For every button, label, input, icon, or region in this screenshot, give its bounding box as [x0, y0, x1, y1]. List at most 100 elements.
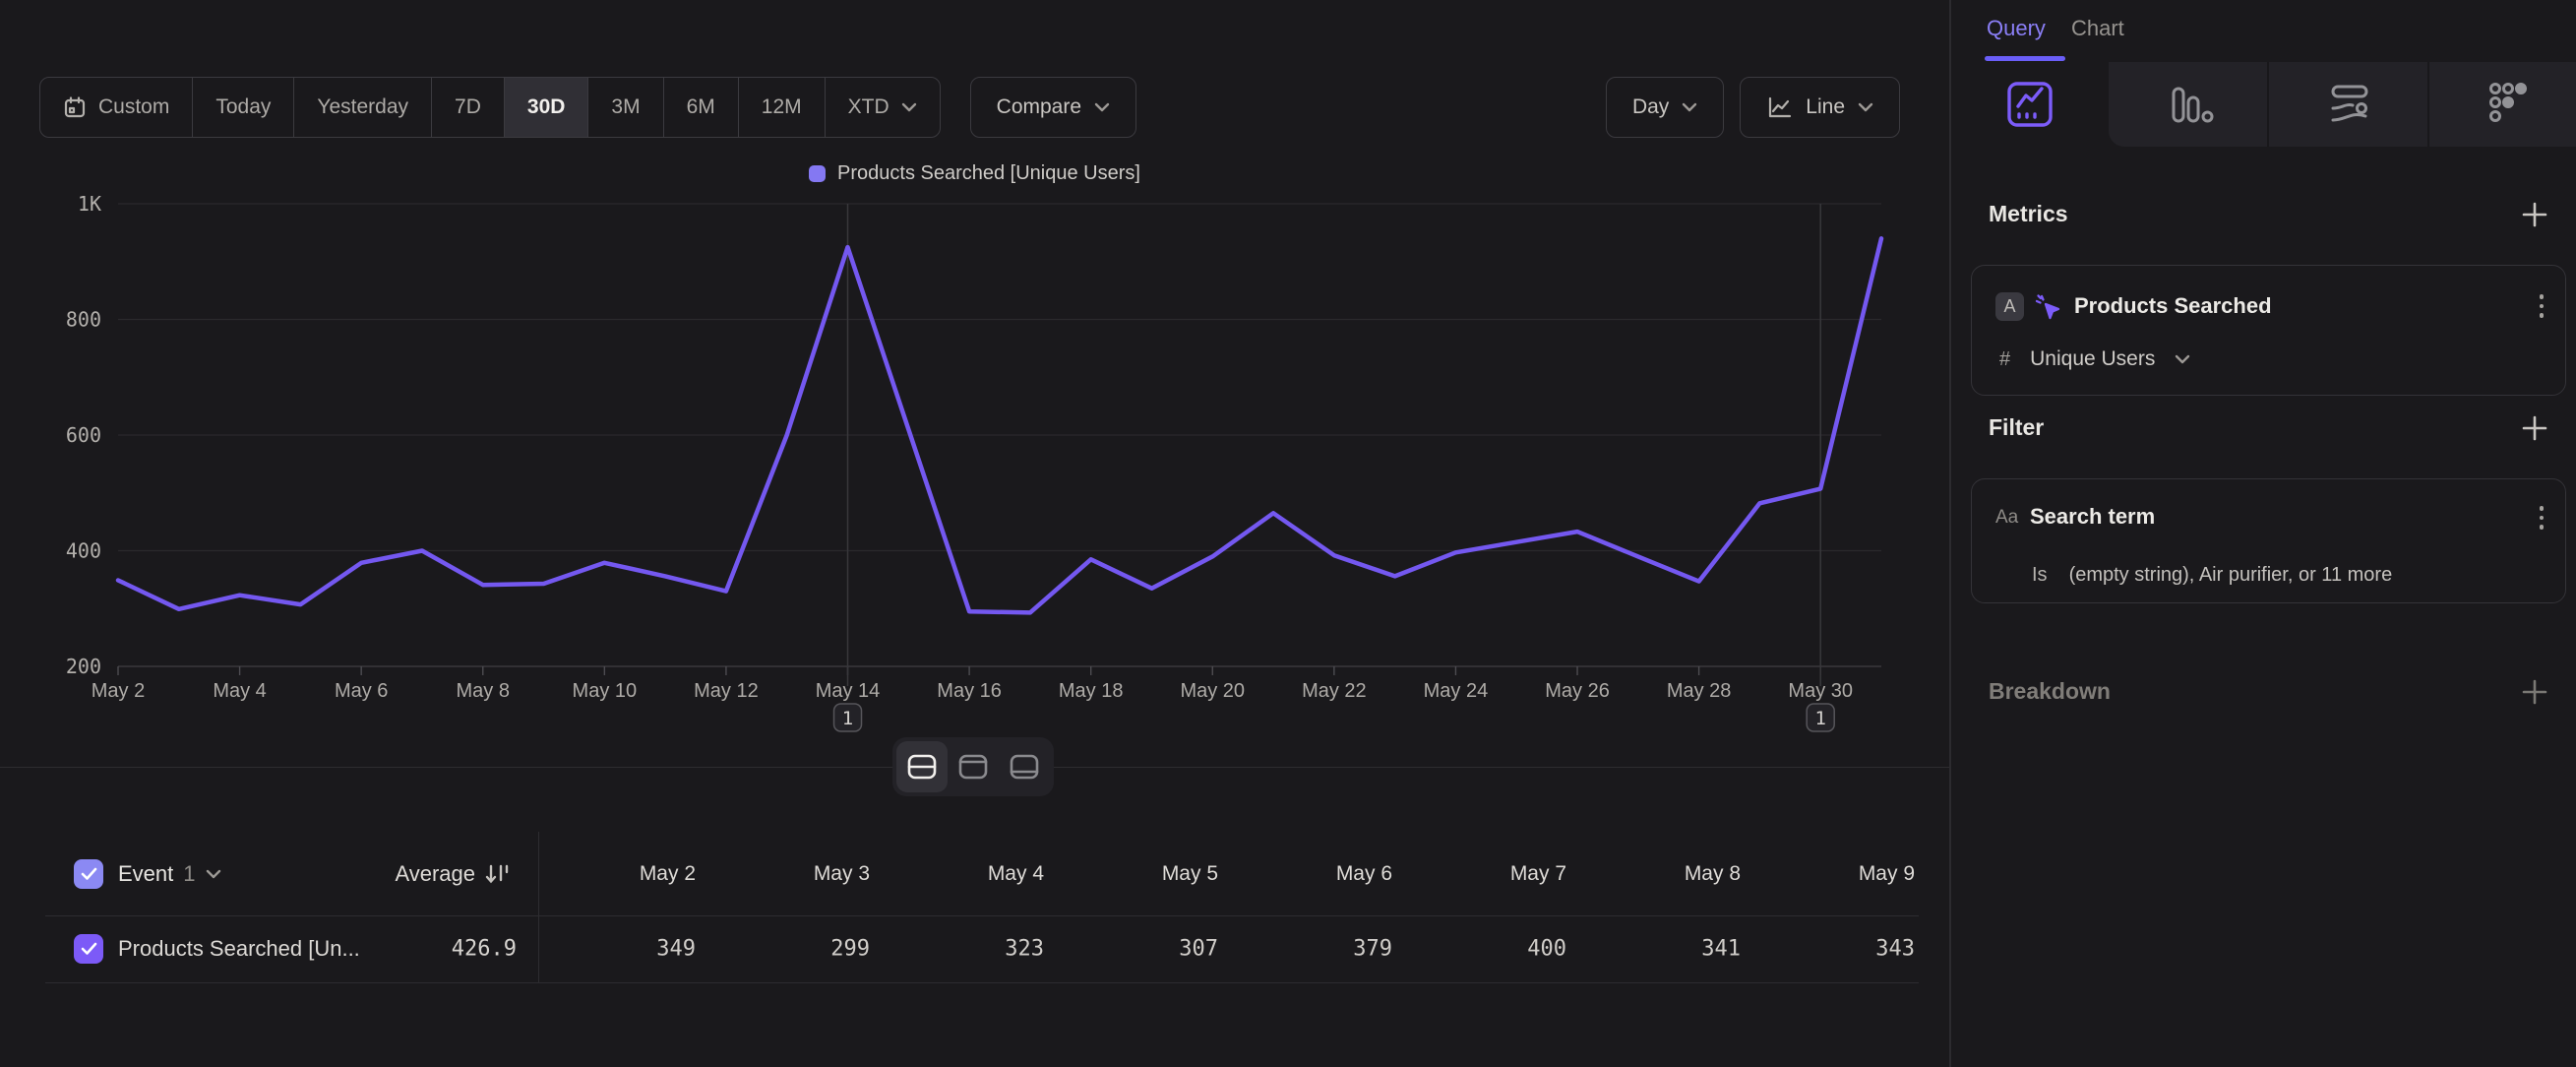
row-average-value: 426.9	[295, 937, 517, 962]
svg-text:800: 800	[66, 308, 101, 332]
plus-icon	[2520, 677, 2549, 707]
date-range-12m[interactable]: 12M	[738, 78, 825, 137]
add-filter-button[interactable]	[2520, 413, 2549, 443]
layout-table-only-button[interactable]	[999, 741, 1050, 792]
main-panel: Custom Today Yesterday7D 30D 3M6M12MXTD Comp…	[0, 0, 1949, 1067]
svg-text:1K: 1K	[78, 192, 101, 216]
tab-insights[interactable]	[1951, 62, 2109, 147]
line-chart[interactable]: 2004006008001KMay 2May 4May 6May 8May 10…	[0, 187, 1949, 758]
tab-query[interactable]: Query	[1987, 16, 2046, 41]
layout-chart-only-button[interactable]	[948, 741, 999, 792]
svg-text:600: 600	[66, 423, 101, 447]
chart-type-button[interactable]: Line	[1740, 77, 1900, 138]
date-range-control: Custom Today Yesterday7D 30D 3M6M12MXTD	[39, 77, 941, 138]
icon-tab-divider	[2267, 62, 2269, 147]
svg-text:May 24: May 24	[1424, 680, 1489, 702]
svg-text:May 6: May 6	[335, 680, 388, 702]
column-header-may-6[interactable]: May 6	[1218, 862, 1392, 886]
cell-value: 379	[1218, 937, 1392, 962]
column-header-may-8[interactable]: May 8	[1566, 862, 1741, 886]
metric-card[interactable]: A Products Searched # Unique Users	[1971, 265, 2566, 396]
date-range-6m[interactable]: 6M	[663, 78, 738, 137]
flows-icon	[2320, 76, 2377, 133]
plus-icon	[2520, 413, 2549, 443]
svg-text:200: 200	[66, 655, 101, 678]
chevron-down-icon	[901, 102, 917, 112]
average-header[interactable]: Average	[276, 861, 475, 887]
number-type-icon: #	[1999, 348, 2010, 371]
column-header-may-5[interactable]: May 5	[1044, 862, 1218, 886]
cell-value: 307	[1044, 937, 1218, 962]
column-header-may-7[interactable]: May 7	[1392, 862, 1566, 886]
tab-retention[interactable]	[2428, 62, 2576, 147]
layout-toggle	[892, 737, 1054, 796]
date-range-custom[interactable]: Custom	[40, 78, 192, 137]
aggregation-row[interactable]: # Unique Users	[1999, 347, 2190, 371]
chart-legend[interactable]: Products Searched [Unique Users]	[0, 162, 1949, 185]
bottom-panel-icon	[1009, 753, 1040, 781]
svg-text:May 10: May 10	[573, 680, 638, 702]
tab-flows[interactable]	[2270, 62, 2427, 147]
date-range-today[interactable]: Today	[192, 78, 293, 137]
svg-text:May 4: May 4	[213, 680, 266, 702]
date-range-yesterday[interactable]: Yesterday	[293, 78, 431, 137]
line-chart-icon	[1766, 95, 1793, 119]
sort-descending-icon[interactable]	[484, 862, 512, 886]
annotation-marker[interactable]: 1	[834, 704, 862, 731]
granularity-label: Day	[1632, 95, 1669, 119]
calendar-icon	[63, 95, 87, 119]
filter-menu-button[interactable]	[2529, 503, 2554, 533]
select-all-checkbox[interactable]	[74, 859, 103, 889]
metric-menu-button[interactable]	[2529, 291, 2554, 321]
filter-condition[interactable]: Is (empty string), Air purifier, or 11 m…	[2032, 564, 2392, 587]
event-header[interactable]: Event 1	[118, 861, 221, 887]
date-range-3m[interactable]: 3M	[587, 78, 662, 137]
row-values: 349299323307379400341343	[521, 937, 1915, 962]
annotation-marker[interactable]: 1	[1807, 704, 1834, 731]
granularity-button[interactable]: Day	[1606, 77, 1724, 138]
svg-text:May 20: May 20	[1180, 680, 1245, 702]
compare-button[interactable]: Compare	[970, 77, 1136, 138]
legend-swatch	[809, 165, 826, 182]
svg-text:May 12: May 12	[694, 680, 759, 702]
series-line[interactable]	[118, 238, 1881, 612]
filter-card[interactable]: Aa Search term Is (empty string), Air pu…	[1971, 478, 2566, 603]
layout-split-button[interactable]	[896, 741, 948, 792]
date-range-30d[interactable]: 30D	[504, 78, 588, 137]
svg-text:May 28: May 28	[1667, 680, 1732, 702]
retention-dots-icon	[2479, 76, 2536, 133]
check-icon	[81, 867, 97, 881]
cell-value: 299	[696, 937, 870, 962]
bar-chart-icon	[2160, 76, 2217, 133]
svg-text:May 26: May 26	[1545, 680, 1610, 702]
column-header-may-2[interactable]: May 2	[521, 862, 696, 886]
tab-chart[interactable]: Chart	[2071, 16, 2124, 41]
metric-name: Products Searched	[2074, 293, 2272, 319]
date-range-xtd[interactable]: XTD	[825, 78, 940, 137]
column-header-may-4[interactable]: May 4	[870, 862, 1044, 886]
breakdown-section-title: Breakdown	[1989, 678, 2111, 705]
add-breakdown-button[interactable]	[2520, 677, 2549, 707]
filter-value: (empty string), Air purifier, or 11 more	[2069, 564, 2393, 587]
svg-text:May 22: May 22	[1302, 680, 1367, 702]
string-type-icon: Aa	[1995, 507, 2018, 529]
date-range-label: Today	[215, 95, 271, 119]
plus-icon	[2520, 200, 2549, 229]
date-range-7d[interactable]: 7D	[431, 78, 504, 137]
cell-value: 400	[1392, 937, 1566, 962]
table-bottom-divider	[45, 982, 1919, 983]
tab-bar-chart[interactable]	[2110, 62, 2267, 147]
toolbar-right-group: Day Line	[1606, 77, 1900, 138]
column-header-may-3[interactable]: May 3	[696, 862, 870, 886]
chart-toolbar: Custom Today Yesterday7D 30D 3M6M12MXTD Comp…	[39, 77, 1900, 138]
chevron-down-icon	[206, 869, 221, 879]
column-header-may-9[interactable]: May 9	[1741, 862, 1915, 886]
svg-text:May 16: May 16	[937, 680, 1002, 702]
date-range-label: 30D	[527, 95, 566, 119]
date-range-label: Custom	[98, 95, 169, 119]
table-row[interactable]: Products Searched [Un... 426.9 349299323…	[0, 915, 1949, 982]
svg-text:May 2: May 2	[92, 680, 145, 702]
row-checkbox[interactable]	[74, 934, 103, 964]
compare-label: Compare	[997, 95, 1081, 119]
add-metric-button[interactable]	[2520, 200, 2549, 229]
